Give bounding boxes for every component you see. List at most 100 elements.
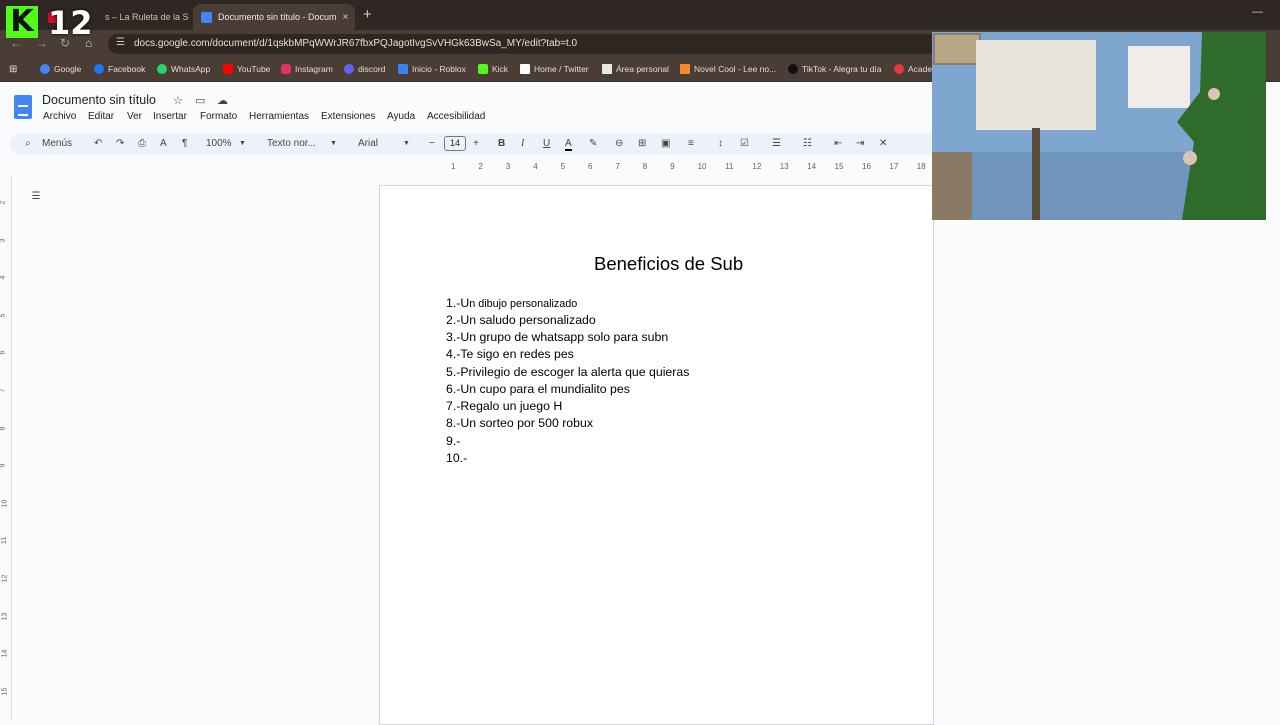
document-heading: Beneficios de Sub xyxy=(594,253,744,274)
docs-logo-icon[interactable] xyxy=(14,95,32,119)
font-size-input[interactable]: 14 xyxy=(444,136,466,151)
menu-extensiones[interactable]: Extensiones xyxy=(321,111,375,122)
ruler-number: 13 xyxy=(1,612,9,620)
document-title[interactable]: Documento sin título xyxy=(42,93,156,107)
ruler-number: 5 xyxy=(560,162,566,171)
menu-editar[interactable]: Editar xyxy=(88,111,114,122)
increase-indent-icon[interactable]: ⇥ xyxy=(856,138,864,149)
bookmark-label: Facebook xyxy=(108,64,146,74)
ruler-number: 17 xyxy=(889,162,899,171)
ruler-number: 3 xyxy=(0,238,7,243)
ruler-number: 10 xyxy=(697,162,707,171)
numbered-list-icon[interactable]: ☷ xyxy=(803,138,812,149)
bookmark-google[interactable]: Google xyxy=(40,64,81,74)
menu-archivo[interactable]: Archivo xyxy=(43,111,76,122)
bookmark-area-personal[interactable]: Área personal xyxy=(602,64,669,74)
chevron-down-icon: ▼ xyxy=(403,140,410,147)
bold-icon[interactable]: B xyxy=(498,138,505,149)
paint-format-icon[interactable]: ¶ xyxy=(182,138,187,149)
apps-grid-icon[interactable]: ⊞ xyxy=(9,64,17,75)
new-tab-button[interactable]: + xyxy=(363,6,372,23)
image-icon[interactable]: ▣ xyxy=(661,138,670,149)
cloud-saved-icon[interactable]: ☁ xyxy=(217,94,228,107)
discord-icon xyxy=(344,64,354,74)
facebook-icon xyxy=(94,64,104,74)
spellcheck-icon[interactable]: A xyxy=(160,138,167,149)
underline-icon[interactable]: U xyxy=(543,138,550,149)
search-icon[interactable]: ⌕ xyxy=(25,138,31,149)
vertical-ruler[interactable] xyxy=(0,175,12,720)
text-color-icon[interactable]: A xyxy=(565,138,572,151)
bookmark-instagram[interactable]: Instagram xyxy=(281,64,333,74)
forward-icon[interactable]: → xyxy=(36,36,48,50)
clear-formatting-icon[interactable]: ✕ xyxy=(879,138,887,149)
zoom-select[interactable]: 100% xyxy=(206,138,232,149)
menu-herramientas[interactable]: Herramientas xyxy=(249,111,309,122)
bookmark-youtube[interactable]: YouTube xyxy=(223,64,270,74)
decrease-font-size-icon[interactable]: − xyxy=(429,138,435,149)
bookmark-discord[interactable]: discord xyxy=(344,64,385,74)
checklist-icon[interactable]: ☑ xyxy=(740,138,749,149)
menu-ver[interactable]: Ver xyxy=(127,111,142,122)
document-outline-icon[interactable]: ☰ xyxy=(28,191,44,205)
bookmark-tiktok[interactable]: TikTok - Alegra tu día xyxy=(788,64,882,74)
tab-docs[interactable]: Documento sin título - Docum × xyxy=(193,4,355,30)
decrease-indent-icon[interactable]: ⇤ xyxy=(834,138,842,149)
horizontal-ruler[interactable] xyxy=(380,161,935,175)
bookmark-label: Acade xyxy=(908,64,933,74)
menu-insertar[interactable]: Insertar xyxy=(153,111,187,122)
italic-icon[interactable]: I xyxy=(521,138,524,149)
menu-accesibilidad[interactable]: Accesibilidad xyxy=(427,111,485,122)
ruler-number: 4 xyxy=(533,162,538,171)
area-personal-icon xyxy=(602,64,612,74)
ruler-number: 12 xyxy=(1,574,9,583)
tab-close-icon[interactable]: × xyxy=(337,12,349,23)
ruler-number: 7 xyxy=(0,388,7,393)
ruler-number: 11 xyxy=(725,162,734,171)
bookmark-roblox[interactable]: Inicio - Roblox xyxy=(398,64,466,74)
move-folder-icon[interactable]: ▭ xyxy=(195,94,205,107)
bookmark-kick[interactable]: Kick xyxy=(478,64,508,74)
list-item: 2.-Un saludo personalizado xyxy=(446,313,596,327)
line-spacing-icon[interactable]: ↕ xyxy=(718,138,723,149)
bookmark-twitter[interactable]: Home / Twitter xyxy=(520,64,589,74)
url-text[interactable]: docs.google.com/document/d/1qskbMPqWWrJR… xyxy=(134,38,577,49)
bookmark-label: TikTok - Alegra tu día xyxy=(802,64,882,74)
tab-label: Documento sin título - Docum xyxy=(218,12,337,22)
x-twitter-icon xyxy=(520,64,530,74)
search-menus-input[interactable]: Menús xyxy=(42,138,72,149)
menu-ayuda[interactable]: Ayuda xyxy=(387,111,415,122)
ruler-number: 7 xyxy=(615,162,620,171)
ruler-number: 13 xyxy=(779,162,789,171)
bookmark-facebook[interactable]: Facebook xyxy=(94,64,145,74)
ruler-number: 5 xyxy=(0,313,7,318)
undo-icon[interactable]: ↶ xyxy=(94,138,102,149)
bookmark-whatsapp[interactable]: WhatsApp xyxy=(157,64,210,74)
link-icon[interactable]: ⊖ xyxy=(615,138,623,149)
align-icon[interactable]: ≡ xyxy=(688,138,694,149)
style-select[interactable]: Texto nor... xyxy=(267,138,316,149)
bulleted-list-icon[interactable]: ☰ xyxy=(772,138,781,149)
tab-label: s – La Ruleta de la S xyxy=(105,12,189,22)
highlight-icon[interactable]: ✎ xyxy=(589,138,597,149)
comment-icon[interactable]: ⊞ xyxy=(638,138,646,149)
increase-font-size-icon[interactable]: + xyxy=(473,138,479,149)
viewer-count: 12 xyxy=(48,4,93,42)
ruler-number: 8 xyxy=(0,426,7,431)
list-item: 8.-Un sorteo por 500 robux xyxy=(446,416,593,430)
ruler-number: 15 xyxy=(1,687,9,696)
tab-close-icon[interactable]: × xyxy=(189,12,190,23)
site-settings-icon[interactable]: ☰ xyxy=(116,37,125,48)
ruler-number: 14 xyxy=(807,162,817,171)
kick-icon xyxy=(478,64,488,74)
minimize-button[interactable]: — xyxy=(1252,6,1263,18)
bookmark-novel-cool[interactable]: Novel Cool - Lee no... xyxy=(680,64,776,74)
star-icon[interactable]: ☆ xyxy=(173,94,183,107)
ruler-number: 2 xyxy=(0,200,7,205)
bookmark-label: Kick xyxy=(492,64,509,74)
font-select[interactable]: Arial xyxy=(358,138,378,149)
redo-icon[interactable]: ↷ xyxy=(116,138,124,149)
menu-formato[interactable]: Formato xyxy=(200,111,237,122)
bookmark-acade[interactable]: Acade xyxy=(894,64,932,74)
print-icon[interactable]: ⎙ xyxy=(138,138,146,149)
